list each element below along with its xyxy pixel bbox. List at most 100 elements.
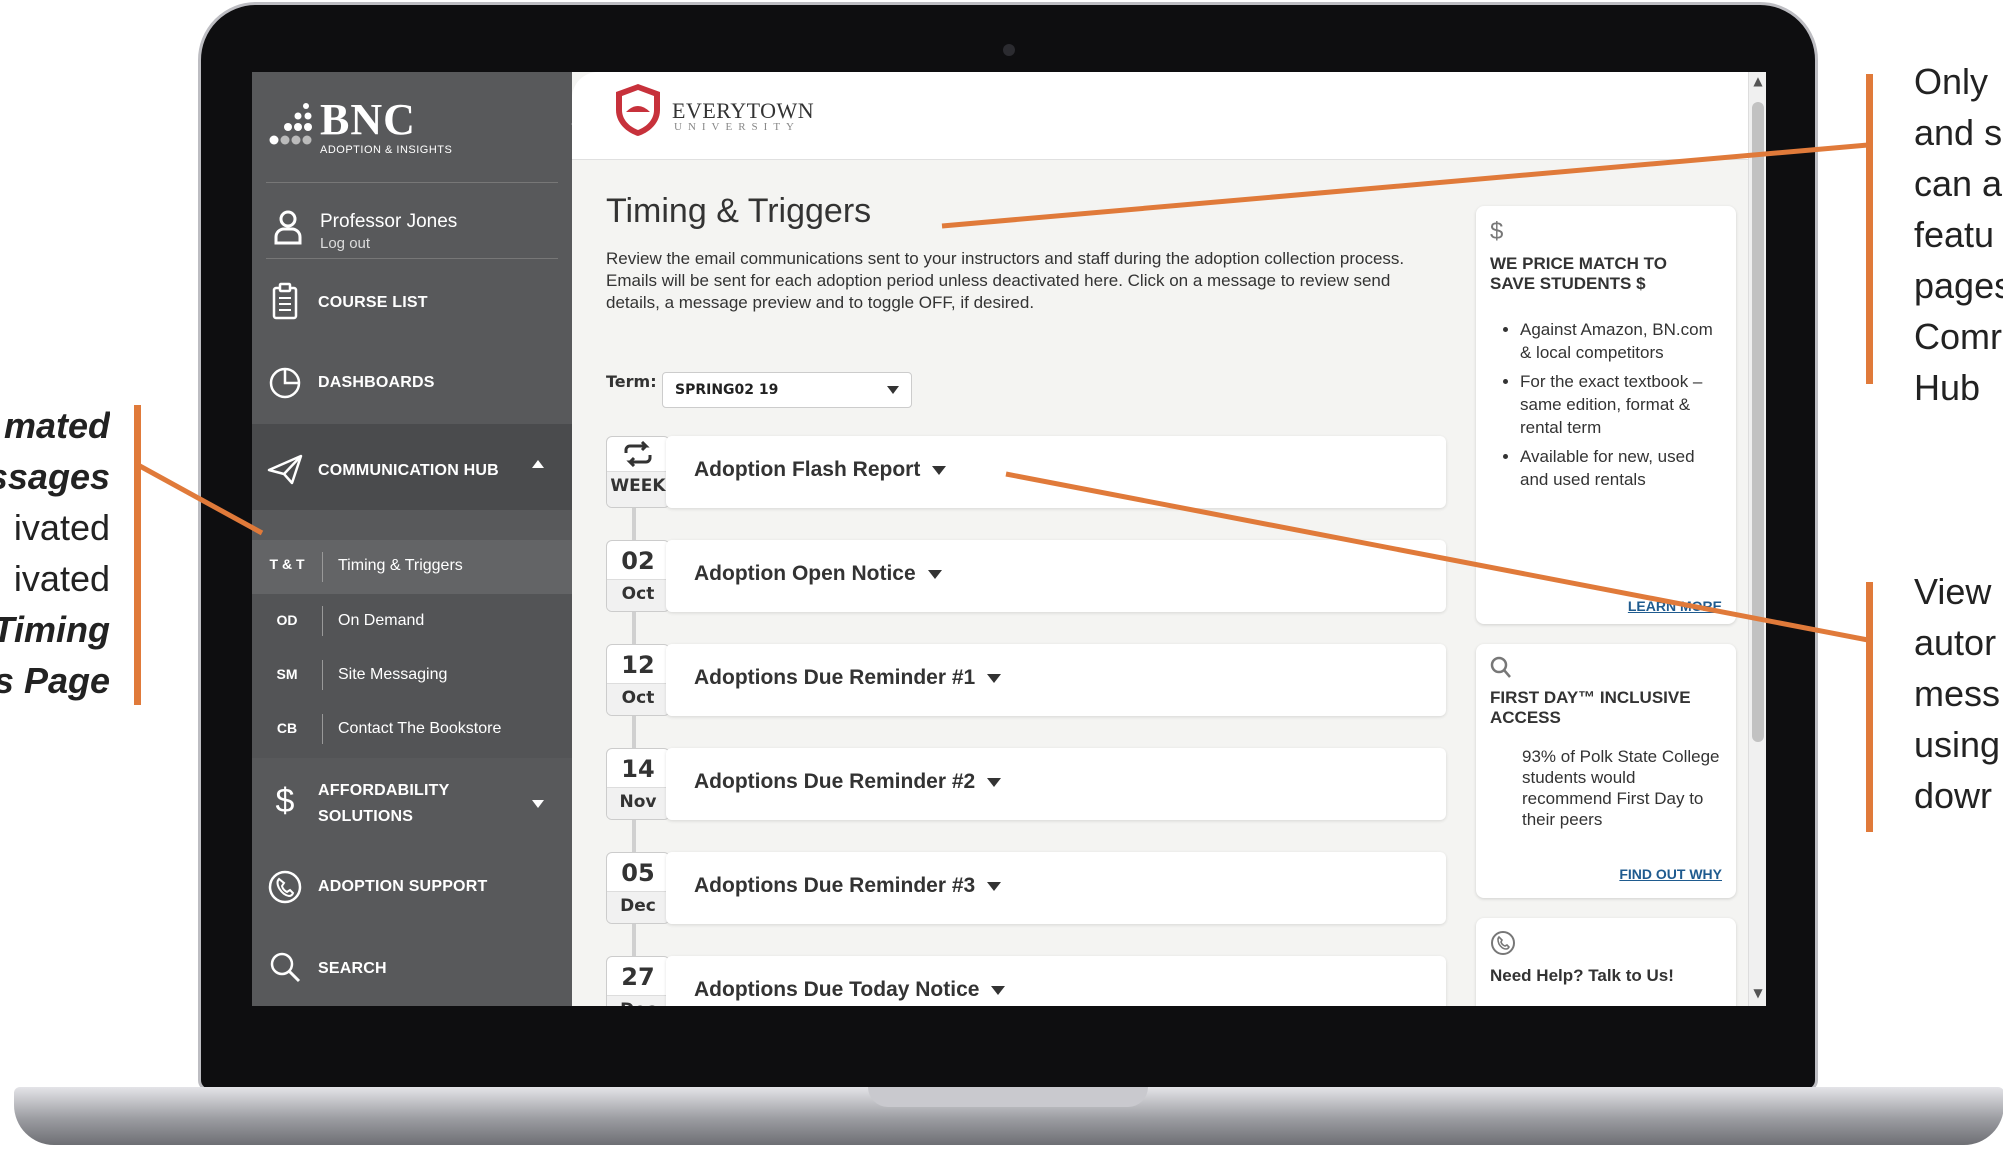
subnav-on-demand[interactable]: OD On Demand: [252, 594, 572, 648]
term-select[interactable]: SPRING02 19: [662, 372, 912, 408]
scrollbar[interactable]: ▲ ▼: [1748, 72, 1766, 1006]
chevron-down-icon: [887, 386, 899, 394]
chevron-down-icon[interactable]: [532, 800, 544, 808]
nav-course-list[interactable]: COURSE LIST: [252, 262, 572, 340]
communication-hub-submenu: T & T Timing & Triggers OD On Demand SM …: [252, 540, 572, 758]
nav-affordability-solutions[interactable]: $ AFFORDABILITY SOLUTIONS: [252, 762, 572, 842]
chevron-down-icon[interactable]: [927, 569, 942, 579]
chevron-up-icon[interactable]: ▲: [1749, 74, 1766, 88]
trigger-row[interactable]: 12 Oct Adoptions Due Reminder #1: [606, 644, 1446, 716]
trigger-row[interactable]: 05 Dec Adoptions Due Reminder #3: [606, 852, 1446, 924]
search-icon: [270, 952, 301, 983]
subnav-label: On Demand: [338, 612, 425, 629]
subnav-site-messaging[interactable]: SM Site Messaging: [252, 648, 572, 702]
trigger-card[interactable]: Adoption Open Notice: [666, 540, 1446, 612]
school-subtitle: UNIVERSITY: [674, 121, 800, 133]
annotation-line: dowr: [1914, 775, 1993, 816]
screen: BNC ADOPTION & INSIGHTS ‹ Professor Jone…: [252, 72, 1766, 1006]
date-day: 14: [621, 755, 655, 783]
subnav-label: Timing & Triggers: [338, 557, 463, 574]
nav-label: COURSE LIST: [318, 294, 428, 311]
chevron-left-icon[interactable]: ‹: [562, 102, 588, 142]
page-title: Timing & Triggers: [606, 192, 872, 230]
date-month: Dec: [607, 891, 669, 923]
annotation-line: using: [1914, 724, 2001, 765]
search-icon: [1490, 656, 1511, 678]
nav-label: SEARCH: [318, 960, 387, 977]
divider: [266, 182, 558, 183]
date-day: 02: [621, 547, 655, 575]
annotation-line: ssages: [0, 456, 110, 497]
date-day: 12: [621, 651, 655, 679]
subnav-timing-triggers[interactable]: T & T Timing & Triggers: [252, 540, 572, 594]
scrollbar-thumb[interactable]: [1752, 102, 1764, 742]
nav-label: DASHBOARDS: [318, 374, 435, 391]
annotation-line: mess: [1914, 673, 2001, 714]
nav-label: ADOPTION SUPPORT: [318, 878, 488, 895]
subnav-label: Contact The Bookstore: [338, 720, 502, 737]
annotation-line: featu: [1914, 214, 1995, 255]
phone-icon: [268, 870, 302, 904]
annotation-line: View: [1914, 571, 1992, 612]
top-bar: EVERYTOWN UNIVERSITY: [572, 72, 1766, 160]
chevron-down-icon[interactable]: ▼: [1749, 986, 1766, 1000]
subnav-abbr: OD: [276, 612, 298, 628]
annotation-line: Hub: [1914, 367, 1981, 408]
chevron-down-icon[interactable]: [987, 881, 1002, 891]
subnav-contact-bookstore[interactable]: CB Contact The Bookstore: [252, 702, 572, 756]
chevron-up-icon[interactable]: [532, 460, 544, 468]
date-badge: 12 Oct: [606, 644, 670, 716]
bullet: For the exact textbook – same edition, f…: [1520, 370, 1726, 439]
user-name: Professor Jones: [320, 211, 458, 232]
trigger-row[interactable]: 02 Oct Adoption Open Notice: [606, 540, 1446, 612]
dollar-icon: $: [1490, 218, 1504, 245]
annotation-line: Comr: [1914, 316, 2002, 357]
price-match-card: $ WE PRICE MATCH TO SAVE STUDENTS $ Agai…: [1476, 206, 1736, 624]
university-shield-icon[interactable]: [614, 82, 662, 138]
trigger-row[interactable]: WEEK Adoption Flash Report: [606, 436, 1446, 508]
divider: [266, 258, 558, 259]
trigger-row[interactable]: 27 Dec Adoptions Due Today Notice: [606, 956, 1446, 1006]
date-month: Dec: [607, 995, 669, 1006]
date-month: WEEK: [607, 471, 669, 507]
bnc-logo[interactable]: BNC ADOPTION & INSIGHTS: [268, 86, 558, 166]
dollar-icon: $: [275, 782, 295, 820]
find-out-why-link[interactable]: FIND OUT WHY: [1619, 866, 1722, 882]
annotation-line: can a: [1914, 163, 2003, 204]
logo-subtitle: ADOPTION & INSIGHTS: [320, 144, 453, 156]
trigger-card[interactable]: Adoptions Due Reminder #1: [666, 644, 1446, 716]
chevron-down-icon[interactable]: [987, 777, 1002, 787]
divider: [322, 552, 323, 582]
chevron-down-icon[interactable]: [987, 673, 1002, 683]
trigger-name: Adoptions Due Reminder #2: [694, 770, 976, 793]
trigger-row[interactable]: 14 Nov Adoptions Due Reminder #2: [606, 748, 1446, 820]
date-month: Oct: [607, 683, 669, 715]
annotation-line: and s: [1914, 112, 2003, 153]
nav-dashboards[interactable]: DASHBOARDS: [252, 344, 572, 422]
logout-link[interactable]: Log out: [320, 235, 370, 252]
nav-search[interactable]: SEARCH: [252, 928, 572, 1006]
trigger-card[interactable]: Adoption Flash Report: [666, 436, 1446, 508]
chevron-down-icon[interactable]: [932, 465, 947, 475]
term-value: SPRING02 19: [675, 382, 779, 398]
page-description: Review the email communications sent to …: [606, 249, 1405, 312]
card-title: FIRST DAY™ INCLUSIVE ACCESS: [1490, 688, 1691, 727]
learn-more-link[interactable]: LEARN MORE: [1628, 598, 1722, 614]
annotation-bar: [1866, 74, 1873, 384]
nav-adoption-support[interactable]: ADOPTION SUPPORT: [252, 848, 572, 926]
trigger-card[interactable]: Adoptions Due Today Notice: [666, 956, 1446, 1006]
trigger-card[interactable]: Adoptions Due Reminder #3: [666, 852, 1446, 924]
bullet: Available for new, used and used rentals: [1520, 445, 1726, 491]
chevron-down-icon[interactable]: [991, 985, 1006, 995]
nav-label-line2: SOLUTIONS: [318, 808, 414, 825]
annotation-bar: [1866, 582, 1873, 832]
nav-communication-hub[interactable]: COMMUNICATION HUB: [252, 424, 572, 510]
bnc-dots-icon: [269, 103, 312, 145]
annotation-line: mated: [3, 405, 110, 446]
first-day-card: FIRST DAY™ INCLUSIVE ACCESS 93% of Polk …: [1476, 644, 1736, 898]
date-badge: WEEK: [606, 436, 670, 508]
trigger-card[interactable]: Adoptions Due Reminder #2: [666, 748, 1446, 820]
laptop-notch: [868, 1087, 1148, 1107]
annotation-right-top: Only and s can a featu pages Comr Hub: [1914, 56, 2003, 413]
date-badge: 14 Nov: [606, 748, 670, 820]
